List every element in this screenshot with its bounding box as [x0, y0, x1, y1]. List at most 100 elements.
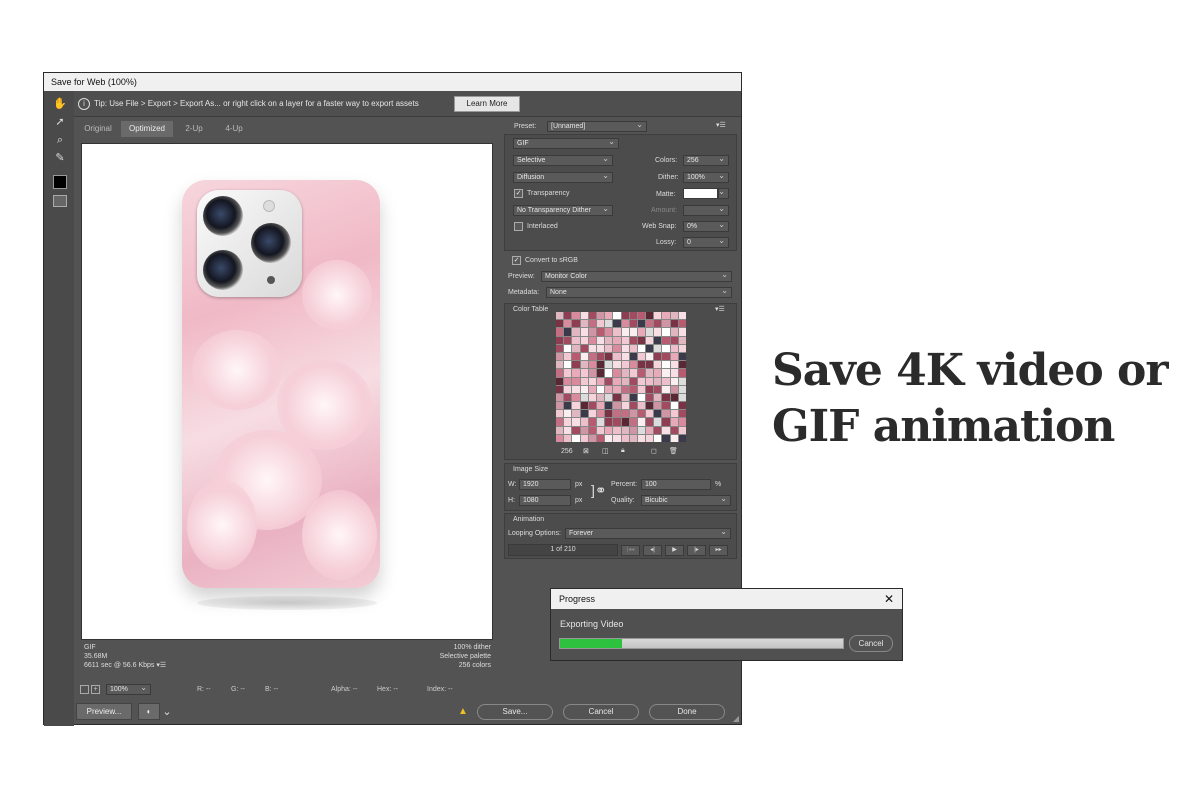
- reduction-select[interactable]: Selective: [513, 155, 613, 166]
- preview-button[interactable]: Preview...: [76, 703, 132, 720]
- frame-counter: 1 of 210: [508, 544, 618, 556]
- alpha-readout: Alpha: --: [331, 686, 358, 693]
- eyedropper-tool-icon[interactable]: ✎: [53, 151, 67, 165]
- menu-icon[interactable]: ▾☰: [156, 662, 166, 669]
- matte-dropdown[interactable]: [718, 188, 729, 199]
- resize-grip-icon[interactable]: ◢: [733, 714, 739, 723]
- web-shift-icon[interactable]: ◫: [602, 447, 609, 455]
- progress-title: Progress: [551, 589, 902, 609]
- index-readout: Index: --: [427, 686, 453, 693]
- interlaced-checkbox[interactable]: [514, 222, 523, 231]
- done-button[interactable]: Done: [649, 704, 725, 720]
- height-input[interactable]: 1080: [519, 495, 571, 506]
- percent-input[interactable]: 100: [641, 479, 711, 490]
- looping-label: Looping Options:: [508, 530, 561, 537]
- percent-unit: %: [715, 481, 722, 488]
- slice-select-tool-icon[interactable]: ➚: [53, 115, 67, 129]
- color-table-menu-icon[interactable]: ▾☰: [715, 305, 725, 313]
- progress-dialog: Progress ✕ Exporting Video Cancel: [550, 588, 903, 661]
- first-frame-icon[interactable]: |◂◂: [621, 545, 640, 556]
- convert-srgb-label: Convert to sRGB: [525, 257, 578, 264]
- red-readout: R: --: [197, 686, 211, 693]
- headline-line-2: GIF animation: [772, 401, 1115, 452]
- format-select[interactable]: GIF: [513, 138, 619, 149]
- chevron-down-icon[interactable]: ⌄: [160, 705, 174, 719]
- metadata-select[interactable]: None: [546, 287, 732, 298]
- zoom-out-icon[interactable]: [80, 685, 89, 694]
- hex-readout: Hex: --: [377, 686, 398, 693]
- dither-algorithm-select[interactable]: Diffusion: [513, 172, 613, 183]
- progress-cancel-button[interactable]: Cancel: [849, 635, 893, 652]
- colors-select[interactable]: 256: [683, 155, 729, 166]
- transparency-dither-select[interactable]: No Transparency Dither: [513, 205, 613, 216]
- save-button[interactable]: Save...: [477, 704, 553, 720]
- zoom-in-icon[interactable]: +: [91, 685, 100, 694]
- toggle-slices-icon[interactable]: [53, 195, 67, 207]
- browser-preview-icon[interactable]: ◐: [138, 703, 160, 720]
- headline-line-1: Save 4K video or: [772, 345, 1169, 396]
- previous-frame-icon[interactable]: ◂|: [643, 545, 662, 556]
- lock-color-icon[interactable]: 🔒︎: [621, 447, 625, 455]
- phone-case-image: [182, 180, 380, 588]
- lossy-select[interactable]: 0: [683, 237, 729, 248]
- last-frame-icon[interactable]: ▸▸: [709, 545, 728, 556]
- trash-icon[interactable]: 🗑︎: [669, 447, 678, 455]
- quality-select[interactable]: Bicubic: [641, 495, 731, 506]
- color-table-panel: Color Table ▾☰ 256 ⊠ ◫ 🔒︎ ◻ 🗑︎: [504, 303, 737, 460]
- looping-select[interactable]: Forever: [565, 528, 731, 539]
- hand-tool-icon[interactable]: ✋: [53, 97, 67, 111]
- percent-label: Percent:: [611, 481, 638, 488]
- width-input[interactable]: 1920: [519, 479, 571, 490]
- interlaced-label: Interlaced: [527, 223, 558, 230]
- close-icon[interactable]: ✕: [884, 589, 894, 609]
- green-readout: G: --: [231, 686, 245, 693]
- new-color-icon[interactable]: ◻: [651, 447, 657, 455]
- dither-amount-select[interactable]: 100%: [683, 172, 729, 183]
- bottom-bar: Preview... ◐ ⌄ ▲ Save... Cancel Done: [44, 701, 741, 725]
- eyedropper-color-swatch[interactable]: [53, 175, 67, 189]
- status-bar: + 100% R: -- G: -- B: -- Alpha: -- Hex: …: [79, 684, 493, 698]
- zoom-level-select[interactable]: 100%: [106, 684, 151, 695]
- convert-srgb-checkbox[interactable]: ✓: [512, 256, 521, 265]
- height-label: H:: [508, 497, 515, 504]
- colors-label: Colors:: [655, 157, 678, 164]
- progress-bar: [559, 638, 844, 649]
- color-table-title: Color Table: [513, 306, 549, 313]
- dither-label: Dither:: [658, 174, 679, 181]
- preset-label: Preset:: [514, 123, 537, 130]
- promo-headline: Save 4K video or GIF animation: [772, 343, 1192, 455]
- optimize-settings-panel: GIF Selective Diffusion ✓ Transparency N…: [504, 134, 737, 251]
- zoom-tool-icon[interactable]: ⌕: [53, 133, 67, 147]
- tab-4up[interactable]: 4-Up: [215, 121, 253, 137]
- transparency-checkbox[interactable]: ✓: [514, 189, 523, 198]
- color-count-info: 256 colors: [458, 662, 491, 669]
- transparency-label: Transparency: [527, 190, 570, 197]
- tab-optimized[interactable]: Optimized: [121, 121, 173, 137]
- quality-label: Quality:: [611, 497, 635, 504]
- cancel-button[interactable]: Cancel: [563, 704, 639, 720]
- matte-color-swatch[interactable]: [683, 188, 718, 199]
- preset-select[interactable]: [Unnamed]: [547, 121, 647, 132]
- web-snap-select[interactable]: 0%: [683, 221, 729, 232]
- play-icon[interactable]: ▶: [665, 545, 684, 556]
- warning-icon: ▲: [458, 706, 468, 717]
- tip-text: Tip: Use File > Export > Export As... or…: [94, 99, 419, 108]
- next-frame-icon[interactable]: |▸: [687, 545, 706, 556]
- tab-original[interactable]: Original: [77, 121, 119, 137]
- learn-more-button[interactable]: Learn More: [454, 96, 520, 112]
- tab-2up[interactable]: 2-Up: [175, 121, 213, 137]
- blue-readout: B: --: [265, 686, 279, 693]
- tip-bar: i Tip: Use File > Export > Export As... …: [74, 91, 741, 117]
- progress-fill: [560, 639, 623, 648]
- palette-info: 100% dither Selective palette 256 colors: [384, 643, 491, 670]
- constrain-link-icon[interactable]: ]⚭: [591, 482, 607, 499]
- optimize-menu-icon[interactable]: ▾☰: [716, 121, 726, 129]
- amount-select[interactable]: [683, 205, 729, 216]
- preview-canvas[interactable]: [81, 143, 493, 640]
- color-table-grid[interactable]: [556, 312, 686, 442]
- map-transparent-icon[interactable]: ⊠: [583, 447, 589, 455]
- file-size-info: 35.68M: [84, 653, 108, 660]
- preview-color-select[interactable]: Monitor Color: [541, 271, 732, 282]
- tool-bar: ✋ ➚ ⌕ ✎: [44, 91, 74, 726]
- phone-shadow: [197, 596, 377, 610]
